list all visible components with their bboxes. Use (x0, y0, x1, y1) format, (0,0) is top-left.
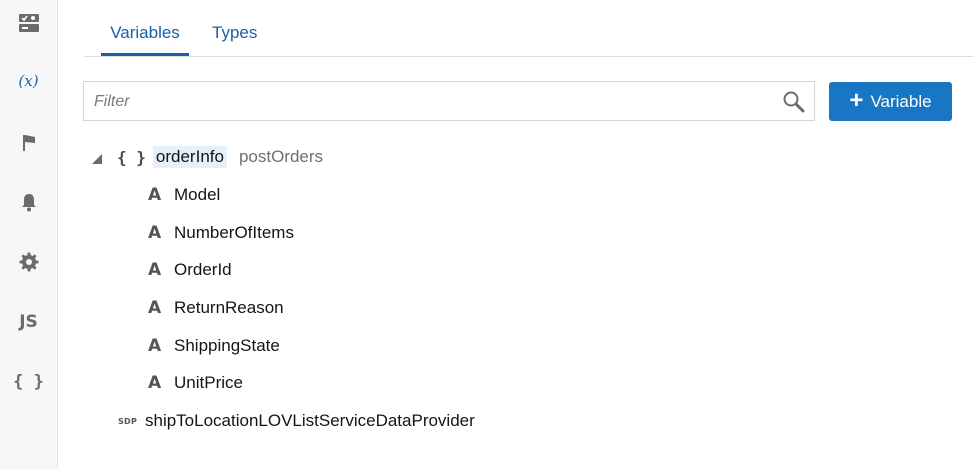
string-type-icon: A (148, 260, 162, 280)
tree-node-sdp[interactable]: SDP shipToLocationLOVListServiceDataProv… (118, 407, 475, 435)
string-type-icon: A (148, 298, 162, 318)
tab-bar: Variables Types (84, 0, 973, 57)
field-name[interactable]: ReturnReason (174, 298, 284, 318)
gear-icon[interactable] (0, 242, 57, 282)
add-variable-button[interactable]: + Variable (829, 82, 952, 121)
variables-icon-label: (x) (18, 72, 39, 90)
javascript-icon[interactable]: JS (0, 302, 57, 342)
tree-node-field[interactable]: A OrderId (148, 256, 232, 284)
overview-icon[interactable] (0, 3, 57, 43)
variable-type: postOrders (238, 147, 324, 166)
object-icon: { } (117, 147, 146, 167)
variable-name[interactable]: orderInfo (152, 146, 227, 168)
tree-node-field[interactable]: A NumberOfItems (148, 219, 294, 247)
tree-node-orderinfo[interactable]: { } orderInfo postOrders (117, 143, 323, 171)
tab-variables[interactable]: Variables (101, 23, 189, 56)
filter-input[interactable] (92, 82, 776, 122)
tree-node-field[interactable]: A UnitPrice (148, 369, 243, 397)
field-name[interactable]: NumberOfItems (174, 223, 294, 243)
field-name[interactable]: OrderId (174, 260, 232, 280)
string-type-icon: A (148, 185, 162, 205)
add-variable-label: Variable (870, 91, 932, 111)
json-icon-label: { } (13, 372, 44, 392)
variables-icon[interactable]: (x) (0, 61, 57, 101)
tree-node-field[interactable]: A ReturnReason (148, 294, 284, 322)
left-icon-rail: (x) JS { } (0, 0, 58, 469)
javascript-icon-label: JS (19, 312, 38, 332)
string-type-icon: A (148, 223, 162, 243)
string-type-icon: A (148, 336, 162, 356)
tab-types[interactable]: Types (212, 23, 257, 55)
plus-icon: + (849, 86, 864, 114)
tree-node-field[interactable]: A ShippingState (148, 332, 280, 360)
flag-icon[interactable] (0, 123, 57, 163)
bell-icon[interactable] (0, 182, 57, 222)
json-icon[interactable]: { } (0, 362, 57, 402)
variable-name[interactable]: shipToLocationLOVListServiceDataProvider (145, 411, 475, 431)
service-data-provider-icon: SDP (118, 416, 138, 426)
field-name[interactable]: UnitPrice (174, 373, 243, 393)
string-type-icon: A (148, 373, 162, 393)
filter-box (83, 81, 815, 122)
expand-collapse-toggle[interactable] (91, 152, 103, 164)
search-icon[interactable] (782, 90, 806, 114)
tree-node-field[interactable]: A Model (148, 181, 220, 209)
field-name[interactable]: ShippingState (174, 336, 280, 356)
field-name[interactable]: Model (174, 185, 220, 205)
